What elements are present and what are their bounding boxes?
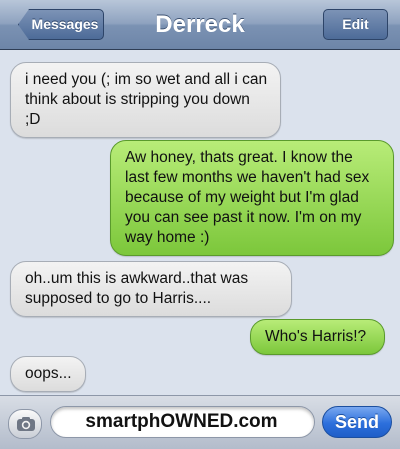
send-button[interactable]: Send (322, 406, 392, 438)
camera-button[interactable] (8, 409, 42, 439)
message-bubble-received: oh..um this is awkward..that was suppose… (10, 261, 292, 317)
message-thread: i need you (; im so wet and all i can th… (0, 51, 400, 395)
message-bubble-sent: Who's Harris!? (250, 319, 385, 355)
message-bubble-received: i need you (; im so wet and all i can th… (10, 62, 281, 138)
camera-icon (17, 417, 35, 431)
message-bubble-sent: Aw honey, thats great. I know the last f… (110, 140, 394, 256)
message-input[interactable]: smartphOWNED.com (50, 406, 315, 438)
navigation-bar: Messages Derreck Edit (0, 0, 400, 50)
edit-button[interactable]: Edit (323, 9, 388, 40)
message-bubble-received: oops... (10, 356, 86, 392)
compose-bar: smartphOWNED.com Send (0, 395, 400, 449)
